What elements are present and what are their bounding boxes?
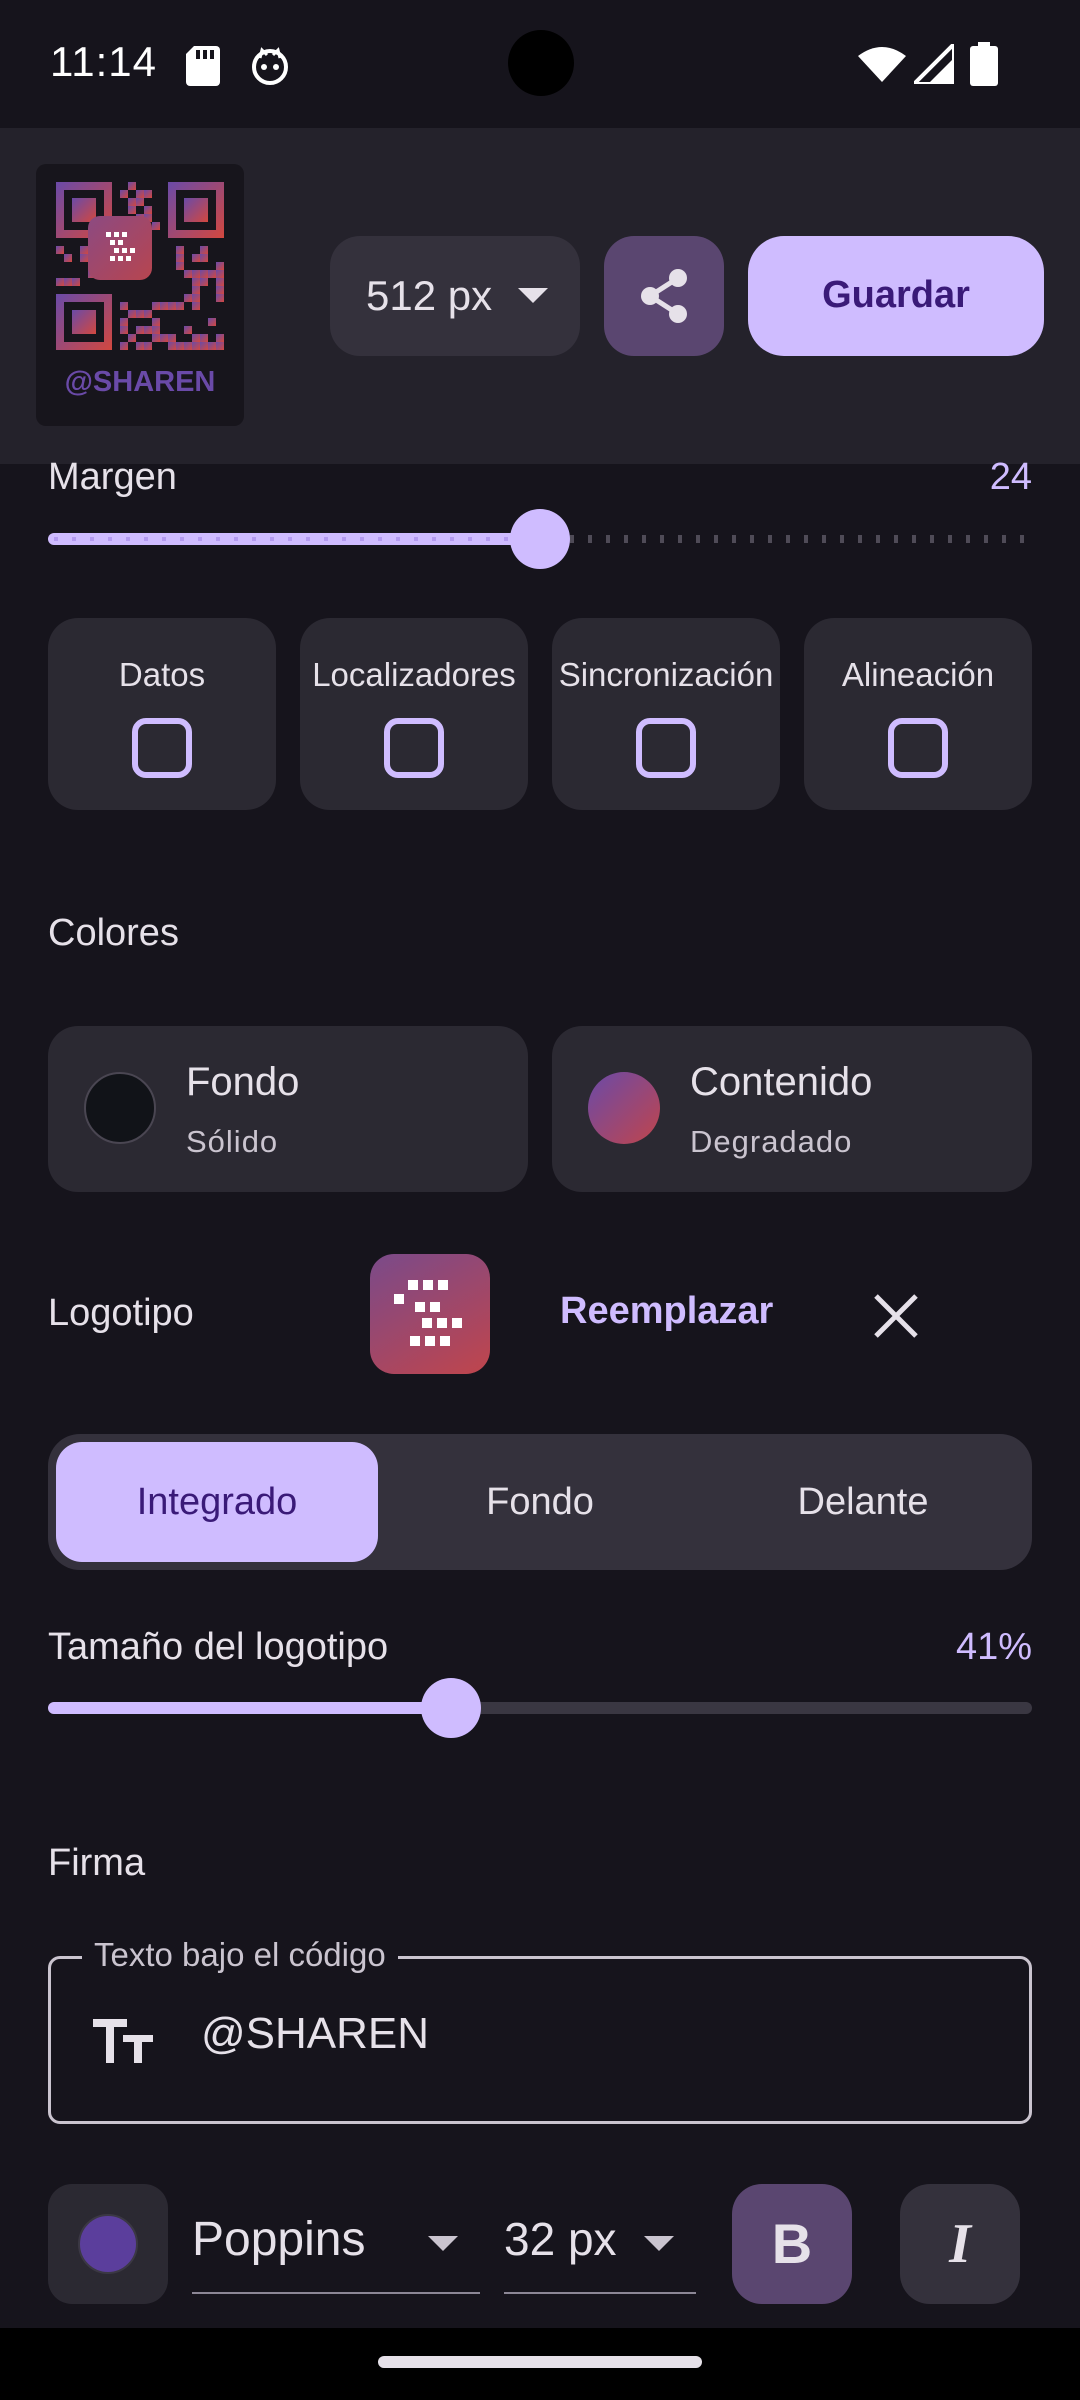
background-color-card[interactable]: Fondo Sólido (48, 1026, 528, 1192)
replace-logo-button[interactable]: Reemplazar (560, 1290, 773, 1333)
option-card-timing[interactable]: Sincronización (552, 618, 780, 810)
cat-app-icon (252, 47, 288, 85)
segment-background[interactable]: Fondo (379, 1442, 701, 1562)
option-checkbox[interactable] (636, 718, 696, 778)
text-color-button[interactable] (48, 2184, 168, 2304)
option-label: Sincronización (558, 656, 774, 693)
sd-card-icon (186, 46, 220, 86)
option-checkbox[interactable] (132, 718, 192, 778)
option-checkbox[interactable] (384, 718, 444, 778)
content-color-type: Degradado (690, 1124, 853, 1159)
content-color-swatch (588, 1072, 660, 1144)
dropdown-arrow-icon (428, 2236, 458, 2251)
text-color-swatch (78, 2214, 138, 2274)
font-family-dropdown[interactable]: Poppins (192, 2184, 480, 2294)
colors-section-title: Colores (48, 912, 179, 954)
option-label: Datos (118, 656, 206, 693)
option-label: Alineación (841, 656, 995, 693)
content-color-card[interactable]: Contenido Degradado (552, 1026, 1032, 1192)
export-size-value: 512 px (366, 272, 493, 319)
share-icon (641, 269, 687, 323)
save-button-label: Guardar (822, 274, 970, 316)
text-size-icon (93, 2019, 153, 2063)
share-button[interactable] (604, 236, 724, 356)
logo-thumbnail[interactable] (370, 1254, 490, 1374)
font-family-value: Poppins (192, 2213, 366, 2266)
font-size-dropdown[interactable]: 32 px (504, 2184, 696, 2294)
export-size-dropdown[interactable]: 512 px (330, 236, 580, 356)
italic-toggle-button[interactable]: I (900, 2184, 1020, 2304)
segment-integrated[interactable]: Integrado (56, 1442, 378, 1562)
margin-value: 24 (989, 456, 1032, 498)
font-size-value: 32 px (504, 2213, 617, 2265)
background-color-type: Sólido (186, 1124, 279, 1159)
qr-preview[interactable]: @SHAREN (36, 164, 244, 426)
close-icon[interactable] (870, 1290, 922, 1342)
signature-section-title: Firma (48, 1842, 146, 1884)
logo-size-slider-thumb[interactable] (421, 1678, 482, 1738)
content-color-title: Contenido (690, 1060, 873, 1104)
option-checkbox[interactable] (888, 718, 948, 778)
camera-cutout (508, 30, 574, 96)
option-card-alignment[interactable]: Alineación (804, 618, 1032, 810)
cell-signal-icon (914, 44, 954, 84)
background-color-title: Fondo (186, 1060, 300, 1104)
margin-slider-thumb[interactable] (510, 509, 570, 569)
option-label: Localizadores (312, 656, 516, 693)
dropdown-arrow-icon (644, 2236, 674, 2251)
qr-embedded-logo (88, 216, 152, 280)
logo-size-slider-active-track[interactable] (48, 1702, 452, 1714)
margin-slider-ticks (54, 537, 534, 541)
logo-size-label: Tamaño del logotipo (48, 1626, 389, 1668)
save-button[interactable]: Guardar (748, 236, 1044, 356)
segment-front[interactable]: Delante (702, 1442, 1024, 1562)
home-indicator[interactable] (378, 2356, 702, 2368)
signature-text-field[interactable] (48, 1956, 1032, 2124)
logo-mode-segmented-control: Integrado Fondo Delante (48, 1434, 1032, 1570)
signature-text-input[interactable] (201, 2009, 981, 2059)
bold-toggle-button[interactable]: B (732, 2184, 852, 2304)
margin-label: Margen (48, 456, 177, 498)
signature-field-label: Texto bajo el código (82, 1936, 398, 1974)
battery-icon (970, 42, 998, 86)
wifi-icon (858, 47, 906, 82)
status-time: 11:14 (50, 38, 157, 85)
logo-section-title: Logotipo (48, 1292, 194, 1334)
background-color-swatch (84, 1072, 156, 1144)
option-card-finders[interactable]: Localizadores (300, 618, 528, 810)
dropdown-arrow-icon (518, 288, 548, 303)
logo-size-value: 41% (955, 1626, 1032, 1668)
option-card-data[interactable]: Datos (48, 618, 276, 810)
qr-signature-text: @SHAREN (64, 366, 216, 398)
